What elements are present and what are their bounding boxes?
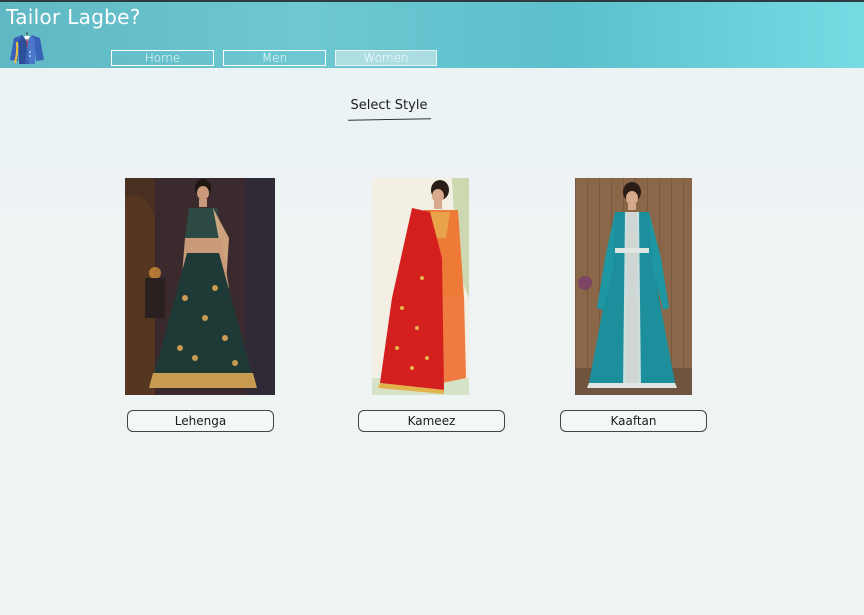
kameez-image[interactable] xyxy=(372,178,469,395)
tailor-blazer-logo-icon xyxy=(10,32,44,64)
page-heading: Select Style xyxy=(350,98,428,113)
nav-women-button[interactable]: Women xyxy=(335,50,437,66)
header-bar: Tailor Lagbe? Home Men Women xyxy=(0,0,864,68)
heading-underline xyxy=(347,118,432,121)
kaaftan-image[interactable] xyxy=(575,178,692,395)
kaaftan-button[interactable]: Kaaftan xyxy=(560,410,707,432)
lehenga-illustration xyxy=(125,178,275,395)
nav-men-button[interactable]: Men xyxy=(223,50,326,66)
nav-home-button[interactable]: Home xyxy=(111,50,214,66)
page: Tailor Lagbe? Home Men Women Select Styl… xyxy=(0,0,864,615)
lehenga-button[interactable]: Lehenga xyxy=(127,410,274,432)
kameez-button[interactable]: Kameez xyxy=(358,410,505,432)
lehenga-image[interactable] xyxy=(125,178,275,395)
app-title: Tailor Lagbe? xyxy=(6,5,141,29)
kaaftan-illustration xyxy=(575,178,692,395)
kameez-illustration xyxy=(372,178,469,395)
